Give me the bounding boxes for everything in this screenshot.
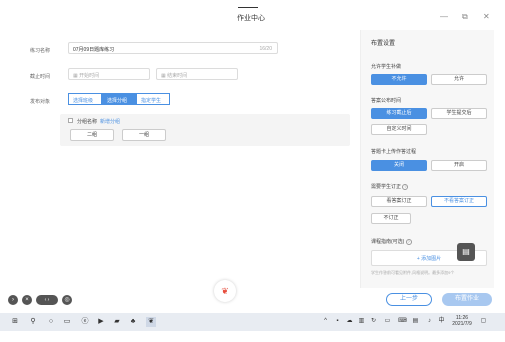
upload-on[interactable]: 开启 xyxy=(431,160,487,171)
help-icon[interactable]: ? xyxy=(405,238,412,245)
bottom-bar: › × ‹ › ◎ ❦ 上一步 布置作业 xyxy=(8,280,494,310)
clock[interactable]: 11:26 2021/7/9 xyxy=(450,315,474,327)
close-circle-icon[interactable]: × xyxy=(22,295,32,305)
prev-step-button[interactable]: 上一步 xyxy=(386,293,432,306)
notes-hint: 学生作答前可看见附件,风格说明。最多添加9个 xyxy=(371,270,455,275)
answer-time-label: 答案公布时间 xyxy=(371,98,402,104)
answer-after-submit[interactable]: 学生提交后 xyxy=(431,108,487,119)
search-icon[interactable]: ⚲ xyxy=(28,317,38,327)
calendar-icon: ▦ xyxy=(161,73,166,79)
prev-next-icon[interactable]: ‹ › xyxy=(36,295,58,305)
answer-custom-time[interactable]: 自定义时间 xyxy=(371,124,427,135)
tray-cast-icon[interactable]: ▤ xyxy=(412,318,419,325)
tray-lang-icon[interactable]: 中 xyxy=(438,318,445,325)
next-circle-icon[interactable]: › xyxy=(8,295,18,305)
chat-float-button[interactable]: ▤ xyxy=(457,243,475,261)
makeup-allow[interactable]: 允许 xyxy=(431,74,487,85)
group-checkbox[interactable] xyxy=(68,118,73,123)
notification-icon[interactable]: ▢ xyxy=(480,318,487,325)
settings-sidebar: 布置设置 允许学生补做 不允许 允许 答案公布时间 练习截止后 学生提交后 自定… xyxy=(360,30,494,288)
media-icon[interactable]: ▶ xyxy=(96,317,106,327)
correction-none[interactable]: 不订正 xyxy=(371,213,411,224)
tab-select-group[interactable]: 选择分组 xyxy=(102,93,136,105)
title-bar: 作业中心 — ⧉ ✕ xyxy=(8,4,494,28)
deadline-label: 截止时间 xyxy=(30,74,51,80)
correction-without-answer[interactable]: 不看答案订正 xyxy=(431,196,487,207)
deadline-start-placeholder: 开始时间 xyxy=(79,73,100,79)
app-icon[interactable]: ♣ xyxy=(128,317,138,327)
cortana-icon[interactable]: ○ xyxy=(46,317,56,327)
help-icon[interactable]: ? xyxy=(402,183,409,190)
windows-start-icon[interactable]: ⊞ xyxy=(10,317,20,327)
upload-process-label: 答题卡上传作答过程 xyxy=(371,149,417,155)
active-app-icon[interactable]: ❦ xyxy=(146,317,156,327)
name-value: 07月09日题库练习 xyxy=(73,47,115,53)
edge-icon[interactable]: ⓔ xyxy=(80,317,90,327)
calendar-icon: ▦ xyxy=(73,73,78,79)
group-chip-1[interactable]: 一组 xyxy=(122,129,166,141)
close-button[interactable]: ✕ xyxy=(483,12,490,22)
window-title: 作业中心 xyxy=(237,15,265,22)
restore-button[interactable]: ⧉ xyxy=(462,12,468,22)
target-label: 发布对象 xyxy=(30,99,51,105)
publish-button[interactable]: 布置作业 xyxy=(442,293,492,306)
tray-cloud-icon[interactable]: ☁ xyxy=(346,318,353,325)
tray-app-icon[interactable]: ▪ xyxy=(334,318,341,325)
makeup-disallow[interactable]: 不允许 xyxy=(371,74,427,85)
notes-label: 课程指南(可选) ? xyxy=(371,238,412,245)
group-chip-2[interactable]: 二组 xyxy=(70,129,114,141)
answer-after-deadline[interactable]: 练习截止后 xyxy=(371,108,427,119)
deadline-end-placeholder: 结束时间 xyxy=(167,73,188,79)
upload-off[interactable]: 关闭 xyxy=(371,160,427,171)
main-form: 练习名称 07月09日题库练习 16/20 截止时间 ▦ 开始时间 ▦ 结束时间… xyxy=(8,30,360,288)
name-input[interactable]: 07月09日题库练习 16/20 xyxy=(68,42,278,54)
tab-select-student[interactable]: 指定学生 xyxy=(136,93,170,105)
tray-network-icon[interactable]: ▥ xyxy=(358,318,365,325)
name-label: 练习名称 xyxy=(30,48,51,54)
notes-label-text: 课程指南(可选) xyxy=(371,239,405,245)
name-counter: 16/20 xyxy=(259,46,272,52)
makeup-label: 允许学生补做 xyxy=(371,64,402,70)
tray-chevron-icon[interactable]: ^ xyxy=(322,318,329,325)
app-logo-icon[interactable]: ❦ xyxy=(214,280,236,302)
group-check-label: 分组名称 xyxy=(77,119,98,125)
correction-label: 需要学生订正 ? xyxy=(371,183,409,190)
sidebar-title: 布置设置 xyxy=(371,41,396,47)
correction-label-text: 需要学生订正 xyxy=(371,184,402,190)
group-panel: 分组名称 新增分组 二组 一组 xyxy=(60,114,350,146)
deadline-start-input[interactable]: ▦ 开始时间 xyxy=(68,68,150,80)
title-accent-line xyxy=(238,7,258,8)
tray-volume-icon[interactable]: ♪ xyxy=(426,318,433,325)
tray-display-icon[interactable]: ▭ xyxy=(384,318,391,325)
minimize-button[interactable]: — xyxy=(440,12,448,22)
tray-keyboard-icon[interactable]: ⌨ xyxy=(398,318,407,325)
task-view-icon[interactable]: ▭ xyxy=(62,317,72,327)
taskbar: ⊞ ⚲ ○ ▭ ⓔ ▶ ▰ ♣ ❦ ^ ▪ ☁ ▥ ↻ ▭ ⌨ ▤ ♪ 中 11… xyxy=(0,313,505,331)
correction-with-answer[interactable]: 看答案订正 xyxy=(371,196,427,207)
clock-date: 2021/7/9 xyxy=(452,321,472,327)
folder-icon[interactable]: ▰ xyxy=(112,317,122,327)
settings-circle-icon[interactable]: ◎ xyxy=(62,295,72,305)
add-group-link[interactable]: 新增分组 xyxy=(100,118,120,125)
tab-select-class[interactable]: 选择班级 xyxy=(68,93,102,105)
tray-sync-icon[interactable]: ↻ xyxy=(370,318,377,325)
deadline-end-input[interactable]: ▦ 结束时间 xyxy=(156,68,238,80)
